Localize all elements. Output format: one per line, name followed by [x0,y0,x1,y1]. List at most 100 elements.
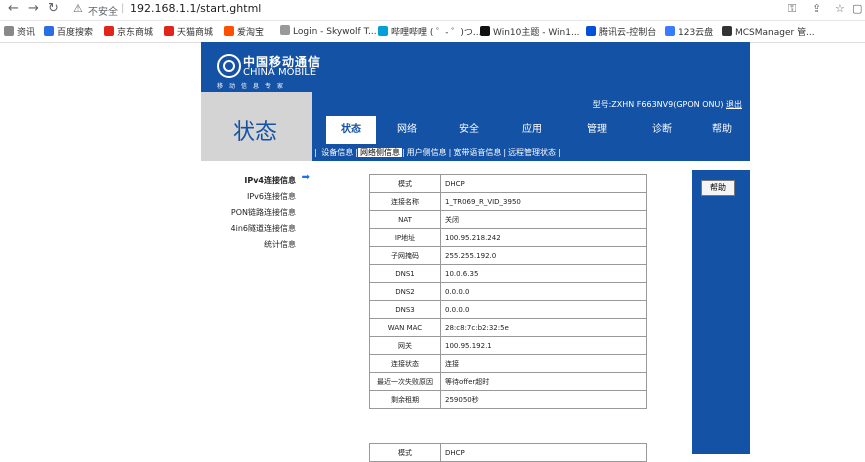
bookmark-label: MCSManager 管... [735,28,815,38]
bookmarks-bar: 资讯 百度搜索 京东商城 天猫商城 爱淘宝 Login - Skywolf T... 哔哩哔… [0,21,865,43]
bookmark-favicon-icon [480,26,490,36]
tab-1[interactable]: 网络 [376,116,438,144]
bookmark-item[interactable]: 资讯 [4,25,35,38]
bookmark-label: 天猫商城 [177,28,214,38]
logout-link[interactable]: 退出 [726,100,742,109]
bookmark-label: 123云盘 [678,28,714,38]
row-label: 子网掩码 [369,246,441,265]
left-menu: IPv4连接信息 IPv6连接信息 PON链路连接信息 4in6隧道连接信息 统计信息 ➡ [201,161,312,454]
connection-table: 模式 DHCP 连接名称 1_TR069_R_VID_3950 NAT 关闭 IP地址 100… [369,174,647,409]
bookmark-label: 百度搜索 [57,28,94,38]
model-info: 型号:ZXHN F663NV9(GPON ONU) 退出 [593,99,742,110]
bookmark-item[interactable]: 京东商城 [104,25,153,38]
bookmark-item[interactable]: 123云盘 [665,25,713,38]
table-row: 连接名称 1_TR069_R_VID_3950 [369,192,647,211]
row-value: 259050秒 [440,390,647,409]
help-button[interactable]: 帮助 [701,180,735,196]
bookmark-label: 哔哩哔哩 ( ゜- ゜)つ... [391,28,482,38]
bookmark-item[interactable]: Login - Skywolf T... [280,25,377,37]
url-field[interactable]: 192.168.1.1/start.ghtml [130,2,261,15]
bookmark-item[interactable]: 百度搜索 [44,25,93,38]
row-value: 连接 [440,354,647,373]
bookmark-label: 京东商城 [117,28,154,38]
row-value: 10.0.6.35 [440,264,647,283]
bookmark-favicon-icon [722,26,732,36]
tab-6[interactable]: 帮助 [694,116,750,144]
share-icon[interactable]: ⇪ [812,2,821,15]
table-row: 剩余租期 259050秒 [369,390,647,409]
table-row: IP地址 100.95.218.242 [369,228,647,247]
logo-band: 中国移动通信 CHINA MOBILE 移动信息专家 [201,42,750,92]
warning-icon[interactable]: ⚠ [73,2,83,15]
row-value: 100.95.192.1 [440,336,647,355]
back-icon[interactable]: ← [8,1,19,16]
forward-icon[interactable]: → [28,1,39,16]
row-label: 剩余租期 [369,390,441,409]
bookmark-favicon-icon [104,26,114,36]
subtab-item[interactable]: 网络侧信息 [357,148,402,157]
table-row: 连接状态 连接 [369,354,647,373]
bookmark-item[interactable]: MCSManager 管... [722,25,815,38]
table-row: 网关 100.95.192.1 [369,336,647,355]
row-value: 0.0.0.0 [440,300,647,319]
bookmark-item[interactable]: Win10主题 - Win1... [480,25,580,38]
row-value: 255.255.192.0 [440,246,647,265]
row-value: 等待offer超时 [440,372,647,391]
table-row: DNS2 0.0.0.0 [369,282,647,301]
left-menu-item[interactable]: PON链路连接信息 [231,207,296,218]
tab-0[interactable]: 状态 [326,116,376,144]
left-menu-item[interactable]: 统计信息 [264,239,296,250]
row-value: 0.0.0.0 [440,282,647,301]
bookmark-favicon-icon [44,26,54,36]
bookmark-item[interactable]: 天猫商城 [164,25,213,38]
bookmark-favicon-icon [4,26,14,36]
bookmark-label: 腾讯云-控制台 [599,28,657,38]
left-menu-item[interactable]: IPv4连接信息 [244,175,296,186]
table-row: 模式 DHCP [369,174,647,193]
row-label: IP地址 [369,228,441,247]
subtab-item[interactable]: 设备信息 [319,148,355,157]
tab-2[interactable]: 安全 [438,116,500,144]
row-label: 模式 [369,443,441,462]
tab-3[interactable]: 应用 [500,116,564,144]
bookmark-favicon-icon [224,26,234,36]
subtab-item[interactable]: 宽带语音信息 [451,148,503,157]
connection-table-2: 模式 DHCP [369,443,647,462]
sidebar-icon[interactable]: ▢ [852,2,862,15]
table-row: DNS3 0.0.0.0 [369,300,647,319]
bookmark-favicon-icon [280,25,290,35]
subtab-separator: | [558,148,561,157]
sub-tabs: | 设备信息 | 网络侧信息 | 用户侧信息 | 宽带语音信息 | 远程管理状态 | [314,147,561,158]
bookmark-label: 资讯 [17,28,36,38]
tab-4[interactable]: 管理 [564,116,630,144]
section-title: 状态 [233,120,278,145]
row-label: DNS3 [369,300,441,319]
star-icon[interactable]: ☆ [835,2,845,15]
left-menu-item[interactable]: 4in6隧道连接信息 [231,223,296,234]
subtab-item[interactable]: 用户侧信息 [405,148,449,157]
subtab-item[interactable]: 远程管理状态 [506,148,558,157]
model-bar: 型号:ZXHN F663NV9(GPON ONU) 退出 [312,92,750,116]
insecure-label[interactable]: 不安全 [88,3,118,18]
bookmark-item[interactable]: 爱淘宝 [224,25,264,38]
key-icon[interactable]: ⚿ [788,2,796,16]
row-label: 网关 [369,336,441,355]
table-row: NAT 关闭 [369,210,647,229]
table-row: 最近一次失败原因 等待offer超时 [369,372,647,391]
bookmark-item[interactable]: 哔哩哔哩 ( ゜- ゜)つ... [378,25,481,38]
row-value: 100.95.218.242 [440,228,647,247]
reload-icon[interactable]: ↻ [48,1,59,16]
row-value: 1_TR069_R_VID_3950 [440,192,647,211]
table-row: 子网掩码 255.255.192.0 [369,246,647,265]
address-bar: ← → ↻ ⚠ 不安全 | 192.168.1.1/start.ghtml ⚿ … [0,0,865,21]
left-menu-item[interactable]: IPv6连接信息 [247,191,296,202]
bookmark-favicon-icon [378,26,388,36]
row-value: DHCP [440,174,647,193]
row-value: DHCP [440,443,647,462]
bookmark-item[interactable]: 腾讯云-控制台 [586,25,656,38]
row-label: WAN MAC [369,318,441,337]
model-label: 型号: [592,100,612,109]
bookmark-label: Login - Skywolf T... [293,27,377,37]
tab-5[interactable]: 诊断 [630,116,694,144]
bookmark-favicon-icon [164,26,174,36]
